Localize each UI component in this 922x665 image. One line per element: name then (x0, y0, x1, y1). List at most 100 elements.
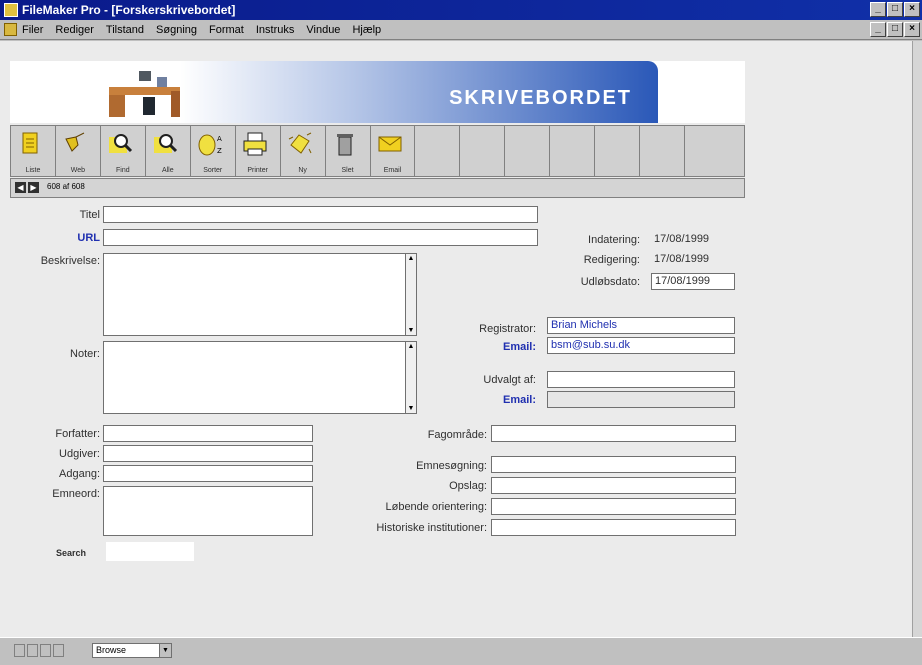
list-button[interactable]: Liste (11, 126, 56, 176)
menu-filer[interactable]: Filer (22, 20, 43, 39)
fagomrade-label: Fagområde: (427, 429, 487, 441)
status-area-toggle-icon[interactable] (53, 644, 64, 657)
forfatter-label: Forfatter: (55, 428, 100, 440)
registrator-email-field[interactable]: bsm@sub.su.dk (547, 337, 735, 354)
close-button[interactable]: × (904, 2, 920, 17)
mode-value: Browse (96, 645, 127, 655)
menu-format[interactable]: Format (209, 20, 244, 39)
find-button-label: Find (116, 167, 130, 174)
list-button-label: Liste (25, 167, 41, 174)
status-bar: Browse ▼ (0, 637, 922, 665)
udvalgt-email-field[interactable] (547, 391, 735, 408)
sort-button[interactable]: AZ Sorter (190, 126, 236, 176)
emneord-field[interactable] (103, 486, 313, 536)
svg-text:A: A (217, 135, 222, 143)
scroll-up-icon[interactable]: ▲ (407, 343, 415, 350)
banner-title: SKRIVEBORDET (449, 87, 632, 109)
banner: SKRIVEBORDET (180, 61, 658, 123)
fagomrade-field[interactable] (491, 425, 736, 442)
window-controls: _ □ × (870, 2, 920, 17)
vertical-scrollbar[interactable] (912, 41, 922, 637)
emnesogning-label: Emnesøgning: (416, 460, 487, 472)
document-icon[interactable] (4, 23, 17, 36)
delete-button-label: Slet (341, 167, 354, 174)
zoom-controls (14, 644, 64, 657)
search-field[interactable] (106, 542, 194, 561)
lobende-orientering-field[interactable] (491, 498, 736, 515)
title-bar: FileMaker Pro - [Forskerskrivebordet] _ … (0, 0, 922, 20)
url-label: URL (77, 232, 100, 244)
doc-minimize-button[interactable]: _ (870, 22, 886, 37)
doc-close-button[interactable]: × (904, 22, 920, 37)
next-record-icon[interactable]: ▶ (28, 182, 39, 193)
emneord-label: Emneord: (52, 488, 100, 500)
indatering-label: Indatering: (588, 234, 640, 246)
menu-vindue[interactable]: Vindue (306, 20, 340, 39)
record-navigation-bar: ◀ ▶ 608 af 608 (10, 178, 745, 198)
menu-tilstand[interactable]: Tilstand (106, 20, 144, 39)
menu-bar: Filer Rediger Tilstand Søgning Format In… (0, 20, 922, 40)
doc-restore-button[interactable]: □ (887, 22, 903, 37)
find-button[interactable]: Find (100, 126, 146, 176)
udlobsdato-field[interactable]: 17/08/1999 (651, 273, 735, 290)
zoom-out-icon[interactable] (27, 644, 38, 657)
search-label: Search (55, 548, 86, 558)
svg-text:Z: Z (217, 147, 222, 155)
web-button[interactable]: Web (55, 126, 101, 176)
toolbar-empty-slot (640, 126, 686, 176)
previous-record-icon[interactable]: ◀ (15, 182, 26, 193)
toolbar-empty-slot (550, 126, 596, 176)
new-record-button-label: Ny (298, 167, 307, 174)
noter-field[interactable]: ▲ ▼ (103, 341, 417, 414)
zoom-in-icon[interactable] (40, 644, 51, 657)
registrator-field[interactable]: Brian Michels (547, 317, 735, 334)
toolbar-empty-slot (505, 126, 551, 176)
url-field[interactable] (103, 229, 538, 246)
beskrivelse-scrollbar[interactable]: ▲ ▼ (405, 254, 416, 335)
email-button-label: Email (383, 167, 402, 174)
udvalgt-af-field[interactable] (547, 371, 735, 388)
historiske-institutioner-label: Historiske institutioner: (376, 522, 487, 534)
menu-hjaelp[interactable]: Hjælp (352, 20, 381, 39)
toolbar: Liste Web Find Alle AZ Sorter Printer Ny (10, 125, 745, 177)
email-button[interactable]: Email (370, 126, 416, 176)
menu-rediger[interactable]: Rediger (55, 20, 94, 39)
menu-instruks[interactable]: Instruks (256, 20, 295, 39)
adgang-field[interactable] (103, 465, 313, 482)
opslag-field[interactable] (491, 477, 736, 494)
beskrivelse-field[interactable]: ▲ ▼ (103, 253, 417, 336)
udgiver-label: Udgiver: (59, 448, 100, 460)
web-button-label: Web (70, 167, 86, 174)
noter-scrollbar[interactable]: ▲ ▼ (405, 342, 416, 413)
redigering-value: 17/08/1999 (654, 253, 710, 265)
udvalgt-email-label: Email: (502, 394, 536, 406)
forfatter-field[interactable] (103, 425, 313, 442)
sort-icon: AZ (198, 134, 222, 156)
zoom-percent-box[interactable] (14, 644, 25, 657)
titel-field[interactable] (103, 206, 538, 223)
find-icon (108, 134, 132, 153)
emnesogning-field[interactable] (491, 456, 736, 473)
historiske-institutioner-field[interactable] (491, 519, 736, 536)
lobende-orientering-label: Løbende orientering: (385, 501, 487, 513)
mode-selector[interactable]: Browse ▼ (92, 643, 172, 658)
minimize-button[interactable]: _ (870, 2, 886, 17)
registrator-label: Registrator: (479, 323, 536, 335)
chevron-down-icon[interactable]: ▼ (159, 644, 171, 657)
maximize-button[interactable]: □ (887, 2, 903, 17)
printer-button[interactable]: Printer (235, 126, 281, 176)
udgiver-field[interactable] (103, 445, 313, 462)
delete-button[interactable]: Slet (325, 126, 371, 176)
new-record-button[interactable]: Ny (280, 126, 326, 176)
menu-sogning[interactable]: Søgning (156, 20, 197, 39)
registrator-email-label: Email: (502, 341, 536, 353)
printer-button-label: Printer (247, 167, 268, 174)
scroll-down-icon[interactable]: ▼ (407, 327, 415, 334)
sort-button-label: Sorter (203, 167, 223, 174)
scroll-up-icon[interactable]: ▲ (407, 255, 415, 262)
filemaker-app-icon (4, 3, 18, 17)
noter-label: Noter: (70, 348, 100, 360)
scroll-down-icon[interactable]: ▼ (407, 405, 415, 412)
find-all-button-label: Alle (161, 167, 174, 174)
find-all-button[interactable]: Alle (145, 126, 191, 176)
